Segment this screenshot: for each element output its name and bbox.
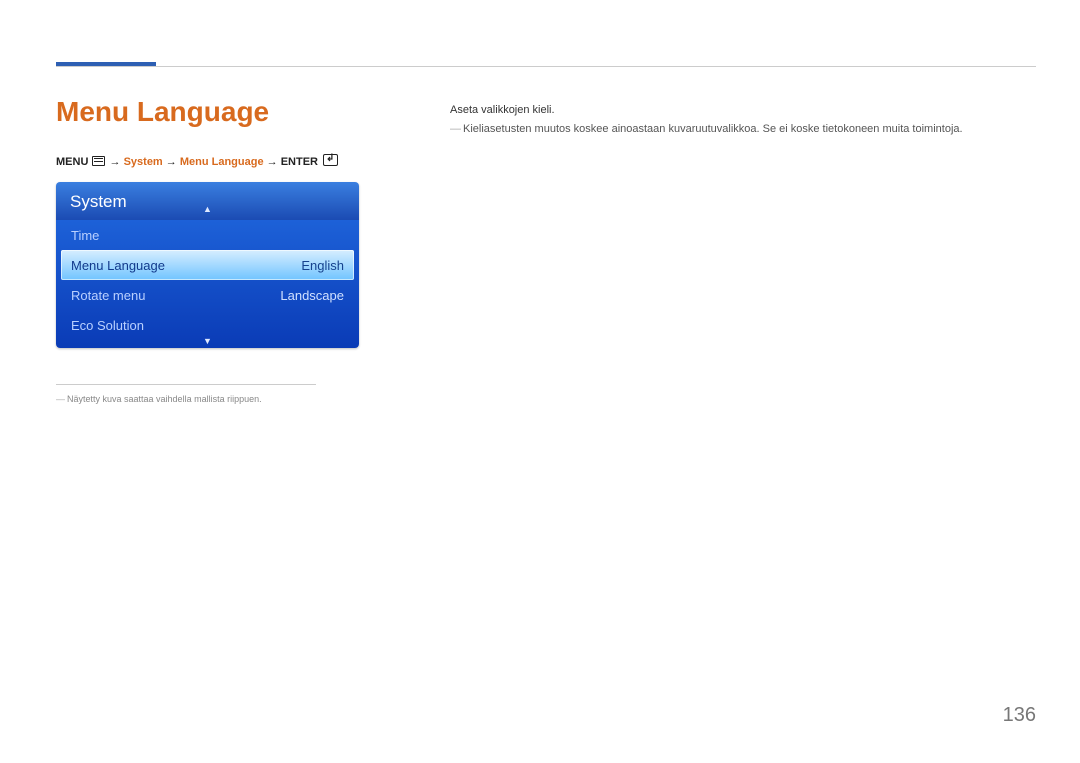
description-line-1: Aseta valikkojen kieli. (450, 104, 555, 116)
breadcrumb-menu: MENU (56, 156, 88, 168)
arrow-icon: → (166, 156, 177, 168)
osd-row-label: Eco Solution (71, 318, 144, 333)
osd-menu: System ▲ Time Menu Language English Rota… (56, 182, 359, 348)
list-item-rotate-menu[interactable]: Rotate menu Landscape (61, 280, 354, 310)
description-line-2: Kieliasetusten muutos koskee ainoastaan … (450, 123, 1020, 135)
page-title: Menu Language (56, 96, 269, 128)
breadcrumb-enter: ENTER (281, 156, 318, 168)
chevron-down-icon[interactable]: ▼ (203, 336, 212, 346)
osd-row-label: Time (71, 228, 99, 243)
chevron-up-icon[interactable]: ▲ (203, 204, 212, 214)
osd-row-label: Rotate menu (71, 288, 145, 303)
osd-header: System ▲ (56, 182, 359, 220)
osd-row-value: Landscape (280, 288, 344, 303)
osd-row-label: Menu Language (71, 258, 165, 273)
arrow-icon: → (110, 156, 121, 168)
top-rule (56, 66, 1036, 67)
osd-body: Time Menu Language English Rotate menu L… (56, 220, 359, 348)
arrow-icon: → (267, 156, 278, 168)
menu-icon (92, 156, 105, 166)
breadcrumb-menu-language: Menu Language (180, 156, 264, 168)
breadcrumb: MENU → System → Menu Language → ENTER (56, 154, 338, 168)
footnote-rule (56, 384, 316, 385)
enter-icon (323, 154, 338, 166)
list-item-menu-language[interactable]: Menu Language English (61, 250, 354, 280)
footnote: Näytetty kuva saattaa vaihdella mallista… (56, 394, 262, 404)
list-item-time[interactable]: Time (61, 220, 354, 250)
osd-title: System (70, 192, 127, 211)
osd-row-value: English (301, 258, 344, 273)
page-number: 136 (1003, 704, 1036, 727)
breadcrumb-system: System (124, 156, 163, 168)
